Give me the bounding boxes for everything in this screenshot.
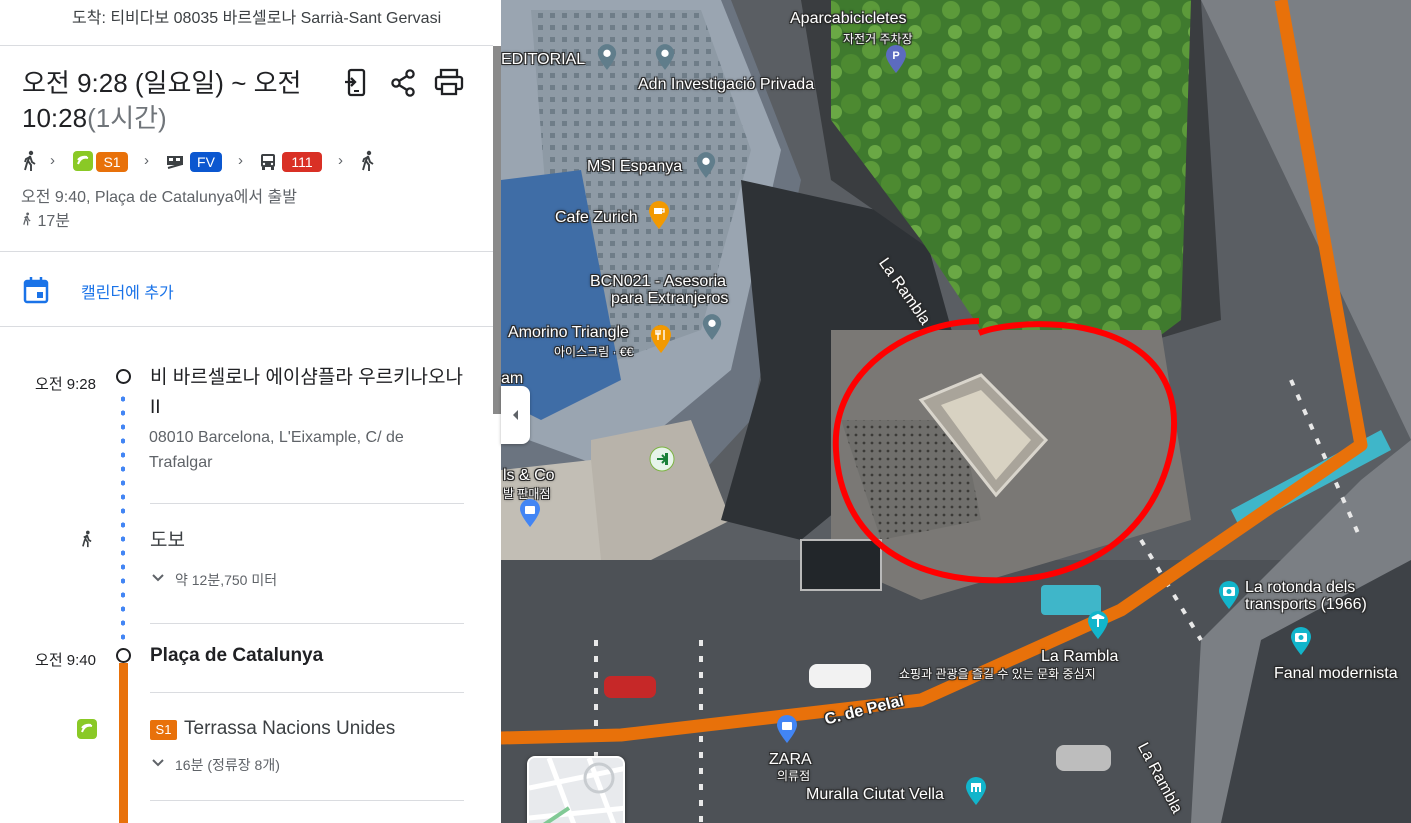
transit-steps-row: › S1 › FV › 111 › (20, 150, 490, 174)
chevron-down-icon[interactable] (150, 755, 166, 771)
map-label-ls-co[interactable]: ls & Co (503, 467, 555, 485)
line-badge-s1: S1 (150, 720, 177, 740)
add-to-calendar-label: 캘린더에 추가 (81, 285, 174, 302)
map-label-bcn021-line1[interactable]: BCN021 - Asesoria (590, 273, 726, 291)
divider (150, 692, 464, 693)
cafe-pin-icon[interactable] (647, 200, 671, 230)
shopping-pin-icon[interactable] (518, 498, 542, 528)
attraction-pin-icon[interactable] (1086, 610, 1110, 640)
line-badge-fv: FV (190, 152, 222, 172)
map-label-la-rambla-ko: 쇼핑과 관광을 즐길 수 있는 문화 중심지 (899, 667, 1096, 681)
stop2-marker (116, 648, 131, 663)
satellite-map[interactable]: Aparcabicicletes 자전거 주차장 EDITORIAL Adn I… (501, 0, 1411, 823)
calendar-icon (23, 276, 49, 304)
layers-minimap-button[interactable] (527, 756, 625, 823)
map-label-bcn021-line2[interactable]: para Extranjeros (611, 290, 728, 308)
place-pin-icon[interactable] (654, 42, 676, 72)
chevron-down-icon[interactable] (150, 570, 166, 586)
map-label-zara-ko: 의류점 (777, 769, 811, 783)
send-to-phone-icon[interactable] (340, 66, 374, 100)
map-label-la-rotonda-line1[interactable]: La rotonda dels (1245, 579, 1355, 597)
print-icon[interactable] (432, 66, 466, 100)
start-time: 오전 9:28 (35, 376, 96, 393)
add-to-calendar-row[interactable]: 캘린더에 추가 (0, 251, 493, 327)
map-label-amorino-ko: 아이스크림 · €€ (554, 345, 634, 359)
destination-text: 도착: 티비다보 08035 바르셀로나 Sarrià-Sant Gervasi (72, 10, 442, 27)
divider (150, 623, 464, 624)
walk-icon (360, 150, 376, 174)
train-icon (73, 151, 93, 175)
walk-icon (21, 212, 37, 230)
map-label-editorial[interactable]: EDITORIAL (501, 51, 585, 69)
landmark-pin-icon[interactable] (964, 776, 988, 806)
place-pin-icon[interactable] (701, 312, 723, 342)
map-label-muralla[interactable]: Muralla Ciutat Vella (806, 786, 944, 804)
clothing-store-pin-icon[interactable] (775, 714, 799, 744)
start-stop-address: 08010 Barcelona, L'Eixample, C/ de Trafa… (149, 429, 404, 471)
chevron-left-icon (513, 410, 518, 420)
collapse-panel-button[interactable] (501, 386, 530, 444)
start-stop-name[interactable]: 비 바르셀로나 에이샴플라 우르키나오나 II (150, 363, 470, 423)
walk-icon (80, 530, 94, 553)
map-label-fanal[interactable]: Fanal modernista (1274, 665, 1398, 683)
map-label-adn[interactable]: Adn Investigació Privada (638, 76, 814, 94)
walk-icon (22, 150, 38, 174)
walk-route-dots (121, 392, 125, 642)
funicular-icon (166, 153, 184, 177)
restaurant-pin-icon[interactable] (649, 324, 673, 354)
destination-row: 도착: 티비다보 08035 바르셀로나 Sarrià-Sant Gervasi (0, 0, 493, 46)
walk-label: 도보 (150, 530, 185, 551)
map-label-la-rotonda-line2[interactable]: transports (1966) (1245, 596, 1367, 614)
train-icon (77, 719, 97, 744)
place-pin-icon[interactable] (596, 42, 618, 72)
walk-total-time: 17분 (37, 213, 70, 230)
train-detail[interactable]: 16분 (정류장 8개) (175, 755, 280, 775)
photo-spot-pin-icon[interactable] (1217, 580, 1241, 610)
stop2-time: 오전 9:40 (35, 652, 96, 669)
chevron-right-icon: › (338, 152, 343, 169)
line-badge-111: 111 (282, 152, 322, 172)
chevron-right-icon: › (50, 152, 55, 169)
line-badge-s1: S1 (96, 152, 128, 172)
map-label-la-rambla[interactable]: La Rambla (1041, 648, 1118, 666)
satellite-imagery (501, 0, 1411, 823)
photo-spot-pin-icon[interactable] (1289, 626, 1313, 656)
divider (150, 800, 464, 801)
trip-time-title: 오전 9:28 (일요일) ~ 오전 10:28(1시간) (22, 66, 332, 136)
svg-text:P: P (892, 50, 899, 62)
directions-panel: 도착: 티비다보 08035 바르셀로나 Sarrià-Sant Gervasi… (0, 0, 501, 823)
map-label-amorino[interactable]: Amorino Triangle (508, 324, 629, 342)
walk-total: 17분 (21, 207, 70, 231)
stop2-name[interactable]: Plaça de Catalunya (150, 641, 323, 671)
metro-entrance-icon[interactable] (649, 446, 675, 472)
divider (150, 503, 464, 504)
walk-detail[interactable]: 약 12분,750 미터 (175, 570, 277, 590)
trip-duration: (1시간) (87, 103, 167, 133)
parking-pin-icon[interactable]: P (884, 44, 908, 74)
train-destination: Terrassa Nacions Unides (184, 718, 396, 739)
place-pin-icon[interactable] (695, 150, 717, 180)
scrollbar[interactable] (493, 46, 501, 414)
map-label-msi[interactable]: MSI Espanya (587, 158, 682, 176)
start-stop-marker (116, 369, 131, 384)
map-label-aparcabicicletes[interactable]: Aparcabicicletes (790, 10, 907, 28)
chevron-right-icon: › (144, 152, 149, 169)
bus-icon (260, 153, 276, 177)
depart-info: 오전 9:40, Plaça de Catalunya에서 출발 (21, 189, 297, 206)
chevron-right-icon: › (238, 152, 243, 169)
share-icon[interactable] (387, 66, 421, 100)
map-label-cafe-zurich[interactable]: Cafe Zurich (555, 209, 638, 227)
train-route-line (119, 663, 128, 823)
